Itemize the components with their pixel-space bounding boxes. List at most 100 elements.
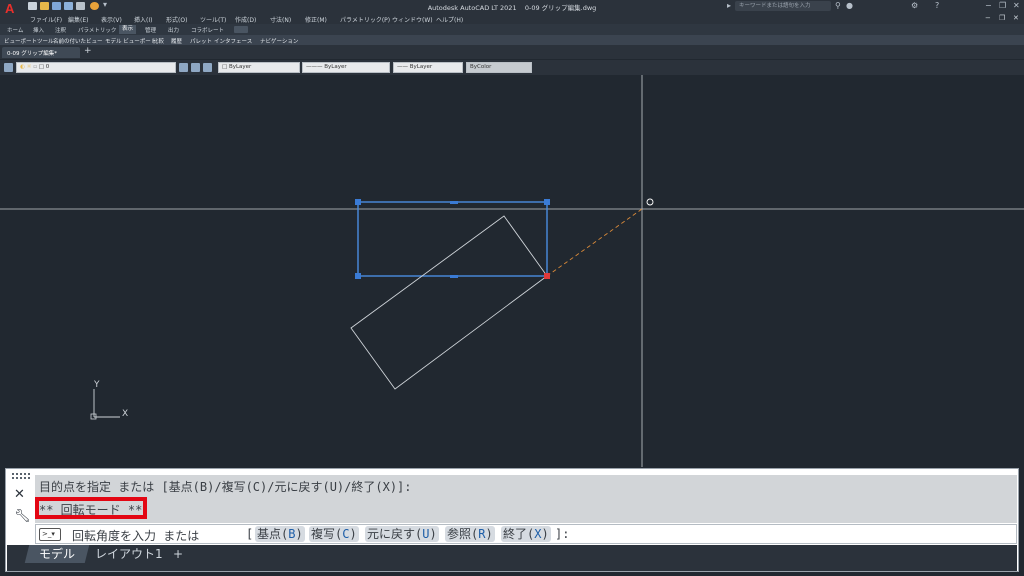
tab-parametric[interactable]: パラメトリック (78, 26, 116, 34)
search-arrow-icon[interactable]: ▸ (727, 1, 731, 10)
option-label: 終了( (503, 527, 535, 541)
lineweight-dropdown[interactable]: —— ByLayer (393, 62, 463, 73)
menu-draw[interactable]: 作成(D) (235, 15, 256, 24)
grip-hot-base-point[interactable] (544, 273, 550, 279)
linetype-dropdown[interactable]: ——— ByLayer (302, 62, 390, 73)
lineweight-sample: —— (397, 64, 410, 70)
menu-edit[interactable]: 編集(E) (68, 15, 88, 24)
option-label: 基点( (257, 527, 289, 541)
minimize-icon[interactable]: − (985, 1, 992, 10)
new-tab-button[interactable]: + (84, 46, 92, 56)
panel-viewport-tools[interactable]: ビューポートツール (4, 37, 54, 45)
plotstyle-value: ByColor (470, 64, 492, 70)
grip-top-mid[interactable] (450, 201, 458, 204)
doc-restore-icon[interactable]: ❐ (999, 14, 1005, 22)
tab-annotate[interactable]: 注釈 (55, 26, 66, 34)
tab-home[interactable]: ホーム (7, 26, 23, 34)
ribbon-panel-bar: ビューポートツール 名前の付いたビュー モデル ビューポート 比較 履歴 パレッ… (0, 35, 1024, 45)
linetype-sample: ——— (306, 64, 325, 70)
option-basepoint-button[interactable]: 基点(B) (255, 526, 305, 542)
highlight-annotation-box (35, 497, 147, 519)
customize-wrench-icon[interactable]: 🔧︎ (14, 509, 31, 524)
drawing-canvas[interactable]: Y X (0, 75, 1024, 467)
ucs-origin-icon (90, 413, 97, 420)
grip-bottom-mid[interactable] (450, 275, 458, 278)
tab-layout1-label: レイアウト1 (95, 547, 163, 561)
add-layout-button[interactable]: + (161, 545, 195, 563)
help-icon[interactable]: ? (935, 1, 939, 10)
tab-model[interactable]: モデル (24, 545, 90, 563)
panel-history[interactable]: 履歴 (171, 37, 182, 45)
panel-model-viewports[interactable]: モデル ビューポート (105, 37, 156, 45)
file-name: 0-09 グリップ編集.dwg (524, 4, 597, 12)
title-bar: A ▾ Autodesk AutoCAD LT 2021 0-09 グリップ編集… (0, 0, 1024, 16)
menu-insert[interactable]: 挿入(I) (134, 15, 152, 24)
panel-navigation[interactable]: ナビゲーション (260, 37, 298, 45)
tab-insert[interactable]: 挿入 (33, 26, 44, 34)
menu-bar: ファイル(F) 編集(E) 表示(V) 挿入(I) 形式(O) ツール(T) 作… (0, 13, 1024, 24)
restore-icon[interactable]: ❐ (999, 1, 1006, 10)
drag-handle-icon[interactable] (12, 473, 34, 481)
ucs-y-label: Y (93, 380, 100, 390)
option-undo-button[interactable]: 元に戻す(U) (365, 526, 439, 542)
window-title: Autodesk AutoCAD LT 2021 0-09 グリップ編集.dwg (0, 2, 1024, 12)
make-current-icon[interactable] (179, 63, 188, 72)
menu-view[interactable]: 表示(V) (101, 15, 122, 24)
menu-file[interactable]: ファイル(F) (30, 15, 62, 24)
bracket-open: [ (246, 527, 254, 541)
ribbon-toggle-button[interactable] (234, 26, 248, 33)
close-icon[interactable]: ✕ (14, 487, 25, 502)
layer-previous-icon[interactable] (203, 63, 212, 72)
panel-compare[interactable]: 比較 (153, 37, 164, 45)
user-icon[interactable]: ● (846, 1, 853, 10)
panel-named-views[interactable]: 名前の付いたビュー (53, 37, 103, 45)
document-tab[interactable]: 0-09 グリップ編集* (2, 47, 80, 58)
doc-minimize-icon[interactable]: − (985, 14, 991, 22)
grip-bottom-left[interactable] (355, 273, 361, 279)
match-layer-icon[interactable] (191, 63, 200, 72)
selected-rectangle[interactable] (357, 201, 548, 277)
option-copy-button[interactable]: 複写(C) (309, 526, 359, 542)
doc-close-icon[interactable]: ✕ (1013, 14, 1019, 22)
search-icon[interactable]: ⚲ (835, 1, 841, 10)
command-line-panel: ✕ 🔧︎ 目的点を指定 または [基点(B)/複写(C)/元に戻す(U)/終了(… (5, 468, 1019, 572)
app-name: Autodesk AutoCAD LT 2021 (427, 4, 517, 12)
rotation-rubber-band (546, 208, 643, 277)
search-input[interactable]: キーワードまたは語句を入力 (735, 1, 831, 11)
panel-interface[interactable]: インタフェース (214, 37, 252, 45)
command-input[interactable]: >_▾ 回転角度を入力 または [ 基点(B) 複写(C) 元に戻す(U) 参照… (35, 524, 1017, 544)
option-exit-button[interactable]: 終了(X) (501, 526, 551, 542)
bracket-close: ]: (555, 527, 570, 541)
plotstyle-dropdown[interactable]: ByColor (466, 62, 532, 73)
menu-parametric[interactable]: パラメトリック(P) (340, 15, 390, 24)
menu-tools[interactable]: ツール(T) (200, 15, 226, 24)
layer-dropdown[interactable]: ◐ ☼ ▫ □ 0 (16, 62, 176, 73)
panel-palettes[interactable]: パレット (190, 37, 212, 45)
option-reference-button[interactable]: 参照(R) (445, 526, 495, 542)
option-close: ) (485, 527, 493, 541)
layer-properties-icon[interactable] (4, 63, 13, 72)
command-prompt-icon[interactable]: >_▾ (39, 528, 61, 541)
menu-format[interactable]: 形式(O) (166, 15, 187, 24)
autodesk-app-icon[interactable]: ⚙ (911, 1, 918, 10)
tab-collaborate[interactable]: コラボレート (191, 26, 224, 34)
option-label: 元に戻す( (367, 527, 423, 541)
rotated-rectangle-preview (350, 215, 548, 390)
menu-modify[interactable]: 修正(M) (305, 15, 327, 24)
grip-top-right[interactable] (544, 199, 550, 205)
history-line-1: 目的点を指定 または [基点(B)/複写(C)/元に戻す(U)/終了(X)]: (39, 480, 412, 494)
linetype-value: ByLayer (324, 64, 347, 70)
close-window-icon[interactable]: ✕ (1013, 1, 1020, 10)
grip-top-left[interactable] (355, 199, 361, 205)
menu-window[interactable]: ウィンドウ(W) (392, 15, 433, 24)
tab-model-label: モデル (39, 547, 76, 561)
layer-on-icon: ◐ (20, 64, 25, 70)
drawing-area[interactable]: Y X (0, 75, 1024, 467)
color-dropdown[interactable]: □ ByLayer (218, 62, 300, 73)
tab-output[interactable]: 出力 (168, 26, 179, 34)
file-tabs-bar: 0-09 グリップ編集* + (0, 45, 1024, 59)
menu-help[interactable]: ヘルプ(H) (436, 15, 463, 24)
menu-dimension[interactable]: 寸法(N) (270, 15, 291, 24)
tab-manage[interactable]: 管理 (145, 26, 156, 34)
tab-view[interactable]: 表示 (119, 25, 137, 34)
